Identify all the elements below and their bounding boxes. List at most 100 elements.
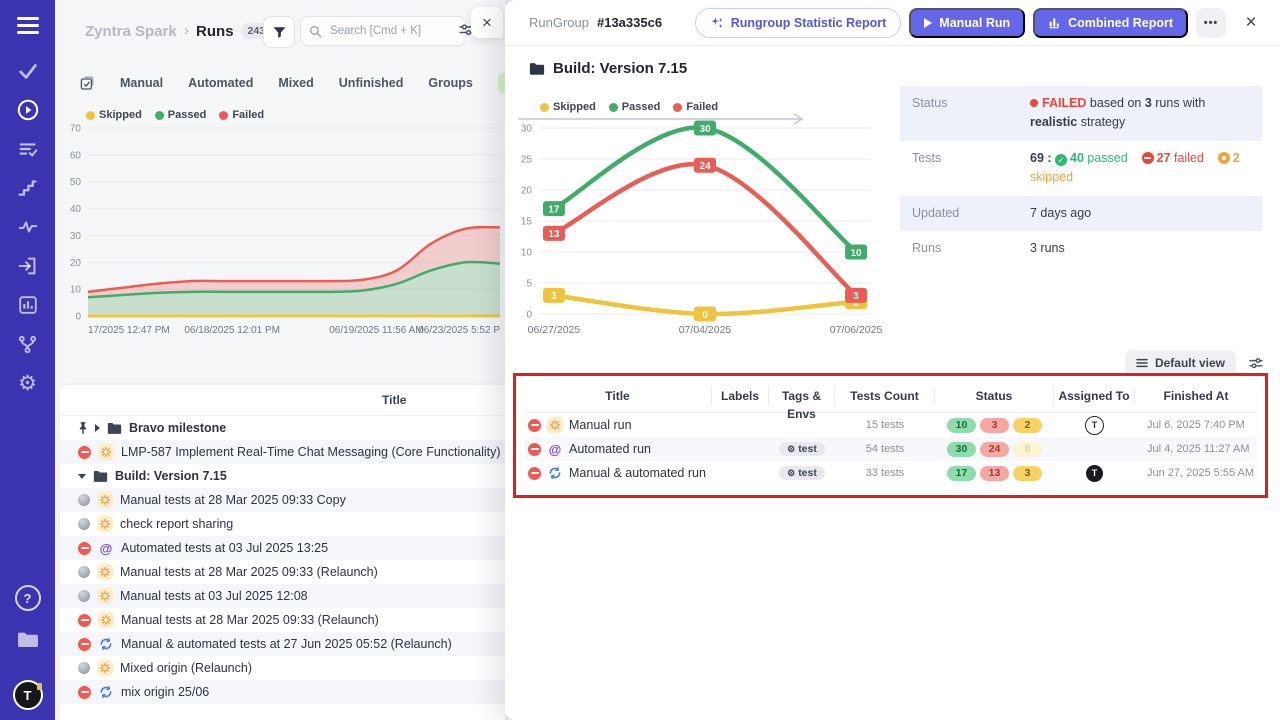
cell-tags: ⚙test xyxy=(769,442,835,456)
column-header-title[interactable]: Title xyxy=(524,387,712,405)
tab-manual[interactable]: Manual xyxy=(120,76,163,90)
milestones-stairs-icon[interactable] xyxy=(15,175,41,201)
table-row[interactable]: @Automated run⚙test54 tests30240Jul 4, 2… xyxy=(524,437,1257,461)
run-list-item[interactable]: Mixed origin (Relaunch) xyxy=(60,656,505,680)
svg-text:15: 15 xyxy=(521,217,533,228)
run-list-item[interactable]: @Automated tests at 03 Jul 2025 13:25 xyxy=(60,536,505,560)
analytics-bar-chart-icon[interactable] xyxy=(15,292,41,318)
test-plans-list-check-icon[interactable] xyxy=(15,136,41,162)
panel-close-button[interactable]: × xyxy=(471,7,503,38)
column-header-tests-count[interactable]: Tests Count xyxy=(835,387,935,405)
run-failed-icon xyxy=(78,614,91,627)
breadcrumb: Zyntra Spark › Runs 243 xyxy=(85,22,272,40)
svg-text:70: 70 xyxy=(70,124,82,135)
breadcrumb-current[interactable]: Runs xyxy=(196,23,234,40)
run-failed-icon xyxy=(78,446,91,459)
folder-icon xyxy=(107,422,122,434)
column-header-finished-at[interactable]: Finished At xyxy=(1135,387,1257,405)
chevron-down-icon[interactable] xyxy=(78,474,86,479)
combined-report-button[interactable]: Combined Report xyxy=(1033,8,1188,38)
column-header-tags-envs[interactable]: Tags & Envs xyxy=(769,387,835,405)
milestone-list-item[interactable]: Bravo milestone xyxy=(60,416,505,440)
column-header-labels[interactable]: Labels xyxy=(712,387,769,405)
runs-list: Bravo milestone LMP-587 Implement Real-Ti… xyxy=(60,416,505,704)
breadcrumb-project[interactable]: Zyntra Spark xyxy=(85,23,177,40)
cell-finished-at: Jul 4, 2025 11:27 AM xyxy=(1135,443,1257,455)
cell-title: Manual & automated run xyxy=(524,465,712,481)
more-actions-button[interactable]: ••• xyxy=(1196,8,1226,38)
runs-table: TitleLabelsTags & EnvsTests CountStatusA… xyxy=(524,380,1257,485)
import-icon[interactable] xyxy=(15,253,41,279)
svg-text:20: 20 xyxy=(70,258,82,269)
rungroup-trend-line-chart: 0510152025303021324317301006/27/202507/0… xyxy=(513,116,885,340)
select-all-icon[interactable] xyxy=(79,74,95,92)
column-header-status[interactable]: Status xyxy=(935,387,1054,405)
runs-panel: Zyntra Spark › Runs 243 × Manual Automate… xyxy=(55,0,505,720)
runs-history-area-chart: 01020304050607017/2025 12:47 PM06/18/202… xyxy=(62,122,505,340)
table-toolbar: Default view xyxy=(505,350,1264,375)
tab-unfinished[interactable]: Unfinished xyxy=(339,76,404,90)
rungroup-header: RunGroup #13a335c6 Rungroup Statistic Re… xyxy=(505,0,1280,46)
cell-finished-at: Jul 6, 2025 7:40 PM xyxy=(1135,419,1257,431)
list-view-icon xyxy=(1136,358,1148,368)
chevron-right-icon[interactable] xyxy=(95,424,100,432)
tag-chip-test-work[interactable]: test work xyxy=(498,73,505,93)
run-type-manual-icon xyxy=(547,417,563,433)
user-avatar[interactable]: T xyxy=(13,680,43,710)
svg-text:60: 60 xyxy=(70,150,82,161)
tab-automated[interactable]: Automated xyxy=(188,76,253,90)
run-list-item[interactable]: Manual & automated tests at 27 Jun 2025 … xyxy=(60,632,505,656)
passed-check-icon: ✓ xyxy=(1055,154,1067,166)
svg-text:0: 0 xyxy=(526,310,532,321)
pulse-activity-icon[interactable] xyxy=(15,214,41,240)
hamburger-menu-icon[interactable] xyxy=(17,17,39,34)
skipped-badge: 3 xyxy=(1013,466,1042,481)
run-list-item[interactable]: LMP-587 Implement Real-Time Chat Messagi… xyxy=(60,440,505,464)
svg-text:5: 5 xyxy=(526,279,532,290)
folder-list-item[interactable]: Build: Version 7.15 xyxy=(60,464,505,488)
runs-play-circle-icon[interactable] xyxy=(15,97,41,123)
search-icon xyxy=(309,25,322,38)
run-list-item[interactable]: Manual tests at 28 Mar 2025 09:33 (Relau… xyxy=(60,608,505,632)
cell-status: 1032 xyxy=(935,418,1054,433)
tab-mixed[interactable]: Mixed xyxy=(278,76,313,90)
table-row[interactable]: Manual & automated run⚙test33 tests17133… xyxy=(524,461,1257,485)
tag-chip[interactable]: ⚙test xyxy=(779,442,825,456)
run-list-item[interactable]: mix origin 25/06 xyxy=(60,680,505,704)
table-row[interactable]: Manual run15 tests1032TJul 6, 2025 7:40 … xyxy=(524,413,1257,437)
svg-text:25: 25 xyxy=(521,155,533,166)
run-list-item[interactable]: Manual tests at 28 Mar 2025 09:33 Copy xyxy=(60,488,505,512)
assignee-avatar[interactable]: T xyxy=(1086,465,1103,482)
filter-button[interactable] xyxy=(263,16,295,48)
svg-text:06/27/2025: 06/27/2025 xyxy=(528,324,581,336)
check-icon[interactable] xyxy=(15,58,41,84)
tab-groups[interactable]: Groups xyxy=(428,76,472,90)
search-input[interactable] xyxy=(328,24,442,38)
runs-table-annotation-box: TitleLabelsTags & EnvsTests CountStatusA… xyxy=(513,373,1268,498)
run-list-item[interactable]: Manual tests at 03 Jul 2025 12:08 xyxy=(60,584,505,608)
sidebar: ⚙ ? T xyxy=(0,0,55,720)
projects-folder-icon[interactable] xyxy=(15,627,41,653)
tag-chip[interactable]: ⚙test xyxy=(779,466,825,480)
failed-dot-icon xyxy=(1030,99,1038,107)
run-list-item[interactable]: Manual tests at 28 Mar 2025 09:33 (Relau… xyxy=(60,560,505,584)
failed-badge: 3 xyxy=(980,418,1009,433)
run-type-manual-icon xyxy=(97,660,113,676)
close-panel-button[interactable]: × xyxy=(1238,10,1264,36)
help-icon[interactable]: ? xyxy=(15,585,41,611)
rungroup-statistic-report-button[interactable]: Rungroup Statistic Report xyxy=(695,8,902,38)
assignee-avatar[interactable]: T xyxy=(1085,416,1104,435)
default-view-button[interactable]: Default view xyxy=(1125,350,1236,375)
branches-icon[interactable] xyxy=(15,331,41,357)
sparkles-icon xyxy=(710,16,724,30)
column-header-assigned-to[interactable]: Assigned To xyxy=(1054,387,1135,405)
run-title: LMP-587 Implement Real-Time Chat Messagi… xyxy=(121,445,501,459)
run-type-manual-icon xyxy=(97,588,113,604)
settings-gear-icon[interactable]: ⚙ xyxy=(15,370,41,396)
run-list-item[interactable]: check report sharing xyxy=(60,512,505,536)
manual-run-button[interactable]: Manual Run xyxy=(909,8,1025,38)
svg-text:06/19/2025 11:56 AM: 06/19/2025 11:56 AM xyxy=(329,325,423,336)
legend-dot xyxy=(219,111,228,120)
run-title: Manual tests at 28 Mar 2025 09:33 Copy xyxy=(120,493,346,507)
table-settings-sliders-icon[interactable] xyxy=(1248,355,1264,371)
